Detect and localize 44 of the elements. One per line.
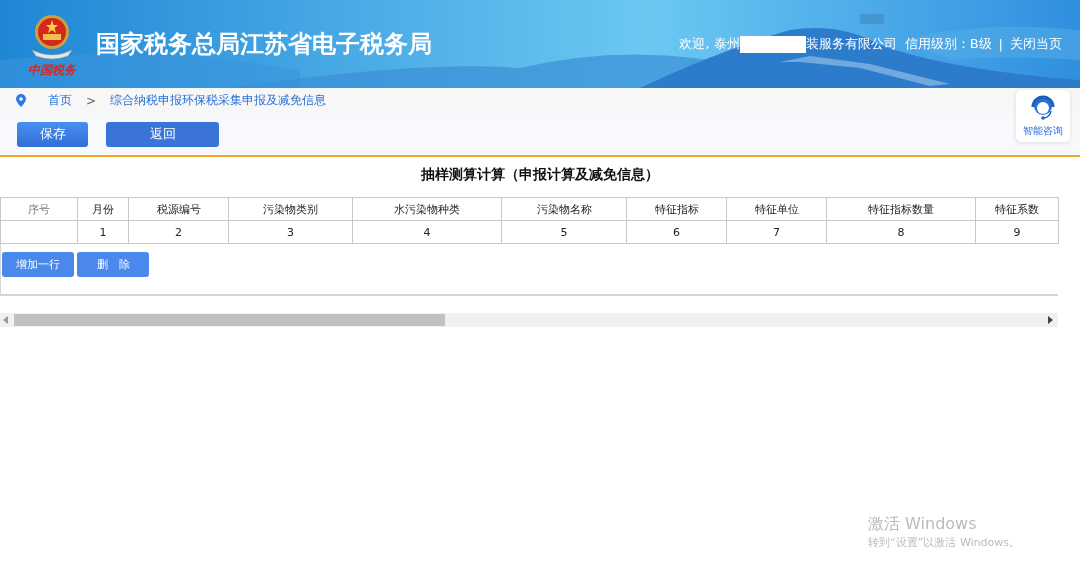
welcome-text: 欢迎, 泰州 <box>679 35 740 53</box>
column-header: 税源编号 <box>128 197 229 221</box>
table-cell: 4 <box>352 220 502 244</box>
add-row-button[interactable]: 增加一行 <box>2 252 74 277</box>
breadcrumb-separator: > <box>86 93 97 108</box>
table-cell: 6 <box>626 220 727 244</box>
column-header: 特征指标 <box>626 197 727 221</box>
table-cell: 7 <box>726 220 827 244</box>
credit-level: 信用级别：B级 <box>904 35 992 53</box>
column-header: 特征指标数量 <box>826 197 976 221</box>
help-widget[interactable]: 智能咨询 <box>1016 90 1070 142</box>
back-button[interactable]: 返回 <box>106 121 219 147</box>
company-name: 装服务有限公司 <box>805 35 897 53</box>
table-cell: 5 <box>501 220 627 244</box>
customer-service-icon <box>1029 94 1057 122</box>
table-cell: 3 <box>228 220 353 244</box>
column-header: 水污染物种类 <box>352 197 502 221</box>
scroll-right-icon[interactable] <box>1048 316 1054 324</box>
breadcrumb-link[interactable]: 综合纳税申报环保税采集申报及减免信息 <box>110 92 327 109</box>
delete-button[interactable]: 删 除 <box>77 252 149 277</box>
scrollbar-thumb[interactable] <box>14 314 445 326</box>
site-title: 国家税务总局江苏省电子税务局 <box>96 29 432 60</box>
separator-text: | <box>998 36 1003 52</box>
column-header: 污染物类别 <box>228 197 353 221</box>
column-header: 月份 <box>77 197 129 221</box>
activation-hint: 转到“设置”以激活 Windows。 <box>868 535 1020 550</box>
column-header: 序号 <box>0 197 78 221</box>
column-header: 特征单位 <box>726 197 827 221</box>
scroll-left-icon[interactable] <box>3 316 9 324</box>
horizontal-scrollbar[interactable] <box>0 313 1058 327</box>
close-page-link[interactable]: 关闭当页 <box>1010 35 1062 53</box>
activation-title: 激活 Windows <box>868 514 978 535</box>
column-header: 特征系数 <box>975 197 1059 221</box>
section-title: 抽样测算计算（申报计算及减免信息） <box>420 165 660 184</box>
column-header: 污染物名称 <box>501 197 627 221</box>
save-button[interactable]: 保存 <box>17 121 88 147</box>
table-cell: 9 <box>975 220 1059 244</box>
logo-text: 中国税务 <box>28 61 76 79</box>
table-cell: 8 <box>826 220 976 244</box>
table-cell: 2 <box>128 220 229 244</box>
table-cell: 1 <box>77 220 129 244</box>
help-label: 智能咨询 <box>1023 124 1063 138</box>
breadcrumb-link[interactable]: 首页 <box>48 92 72 109</box>
location-pin-icon <box>16 94 26 107</box>
